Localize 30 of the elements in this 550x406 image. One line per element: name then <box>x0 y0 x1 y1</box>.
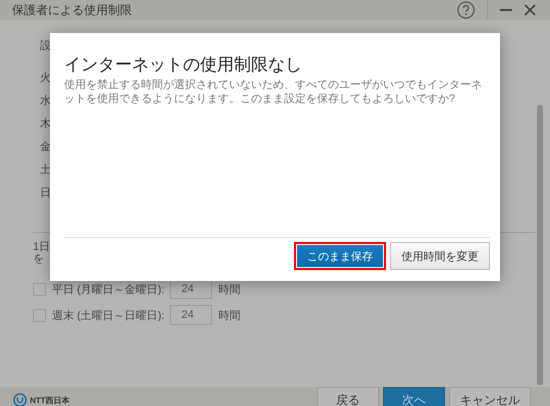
hours-field[interactable]: 24 <box>170 305 212 325</box>
section-label: 設 <box>40 39 52 53</box>
day-label: 水 <box>40 94 51 108</box>
unit-label: 時間 <box>218 282 240 296</box>
day-label: 木 <box>40 117 51 131</box>
save-button[interactable]: このまま保存 <box>294 242 386 270</box>
dialog-message: 使用を禁止する時間が選択されていないため、すべてのユーザがいつでもインターネットを使用できるようになります。このまま設定を保存してもよろしいですか? <box>64 78 483 106</box>
limit-description: を <box>33 253 44 265</box>
limit-label: 平日 (月曜日～金曜日): <box>52 282 164 296</box>
window-title: 保護者による使用制限 <box>12 2 132 18</box>
logo-icon <box>13 393 27 406</box>
footer-button[interactable]: 次へ <box>383 387 445 406</box>
day-label: 日 <box>40 186 51 200</box>
minimize-icon[interactable] <box>500 9 512 11</box>
checkbox[interactable] <box>33 282 46 296</box>
limit-label: 週末 (土曜日～日曜日): <box>52 308 164 322</box>
help-icon[interactable] <box>457 1 475 19</box>
limit-description: 1日 <box>33 241 50 253</box>
close-icon[interactable] <box>524 4 536 16</box>
day-label: 金 <box>40 140 51 154</box>
day-label: 土 <box>40 163 51 177</box>
day-label: 火 <box>40 71 51 85</box>
dialog-title: インターネットの使用制限なし <box>64 54 303 76</box>
logo-text: NTT西日本 <box>30 394 70 406</box>
change-time-button[interactable]: 使用時間を変更 <box>390 242 490 270</box>
checkbox[interactable] <box>33 308 46 322</box>
unit-label: 時間 <box>218 308 240 322</box>
scrollbar-thumb[interactable] <box>537 105 543 385</box>
footer-button[interactable]: キャンセル <box>449 387 531 406</box>
footer-button[interactable]: 戻る <box>317 387 379 406</box>
